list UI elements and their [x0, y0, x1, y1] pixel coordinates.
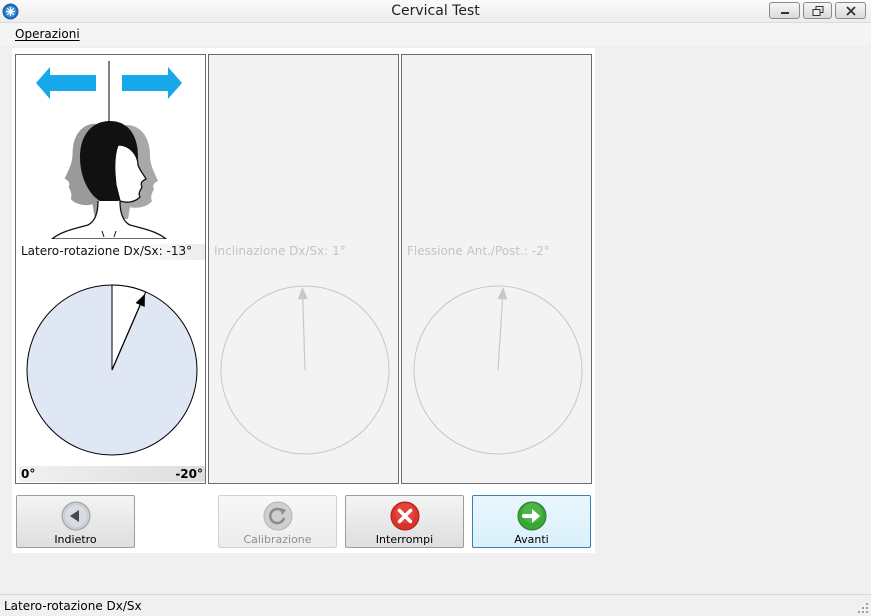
resize-grip-icon[interactable] [857, 602, 869, 614]
restore-button[interactable] [803, 2, 832, 19]
dial-needle-arrowhead [297, 287, 308, 300]
title-bar: Cervical Test [0, 0, 871, 23]
status-text: Latero-rotazione Dx/Sx [4, 599, 142, 613]
inclination-reading: Inclinazione Dx/Sx: 1° [214, 244, 346, 258]
stop-button-label: Interrompi [375, 533, 434, 546]
status-bar: Latero-rotazione Dx/Sx [0, 594, 871, 616]
flexion-reading: Flessione Ant./Post.: -2° [407, 244, 550, 258]
rotation-scale: 0° -20° [19, 466, 205, 482]
next-button-label: Avanti [514, 533, 549, 546]
rotation-reading: Latero-rotazione Dx/Sx: -13° [19, 244, 205, 260]
refresh-icon [263, 501, 292, 531]
dial-needle [301, 289, 306, 371]
inclination-dial [220, 285, 390, 455]
rotation-panel: Latero-rotazione Dx/Sx: -13° 0° -20° [15, 54, 206, 484]
head-rotation-illustration [36, 61, 182, 239]
minimize-icon [780, 11, 789, 14]
calibrate-button[interactable]: Calibrazione [218, 495, 337, 548]
stop-x-icon [390, 501, 419, 531]
restore-icon [812, 5, 823, 16]
test-content: Latero-rotazione Dx/Sx: -13° 0° -20° Inc… [12, 48, 595, 553]
scale-min-label: 0° [21, 467, 36, 481]
back-button-label: Indietro [54, 533, 97, 546]
button-row: Indietro Calibrazione Interrompi Avanti [12, 488, 595, 553]
rotation-dial [26, 284, 198, 456]
next-button[interactable]: Avanti [472, 495, 591, 548]
flexion-dial [413, 285, 583, 455]
menu-bar: Operazioni [0, 23, 871, 45]
flexion-panel: Flessione Ant./Post.: -2° [401, 54, 592, 484]
window-title: Cervical Test [391, 3, 480, 19]
minimize-button[interactable] [769, 2, 800, 19]
arrow-left-icon [61, 501, 90, 531]
arrow-right-icon [517, 501, 546, 531]
calibrate-button-label: Calibrazione [243, 533, 312, 546]
close-button[interactable] [835, 2, 866, 19]
dial-needle [497, 289, 504, 371]
scale-max-label: -20° [175, 467, 203, 481]
menu-item-operazioni[interactable]: Operazioni [15, 27, 80, 41]
close-icon [845, 5, 856, 16]
back-button[interactable]: Indietro [16, 495, 135, 548]
inclination-panel: Inclinazione Dx/Sx: 1° [208, 54, 399, 484]
dial-needle-arrowhead [497, 287, 508, 300]
stop-button[interactable]: Interrompi [345, 495, 464, 548]
